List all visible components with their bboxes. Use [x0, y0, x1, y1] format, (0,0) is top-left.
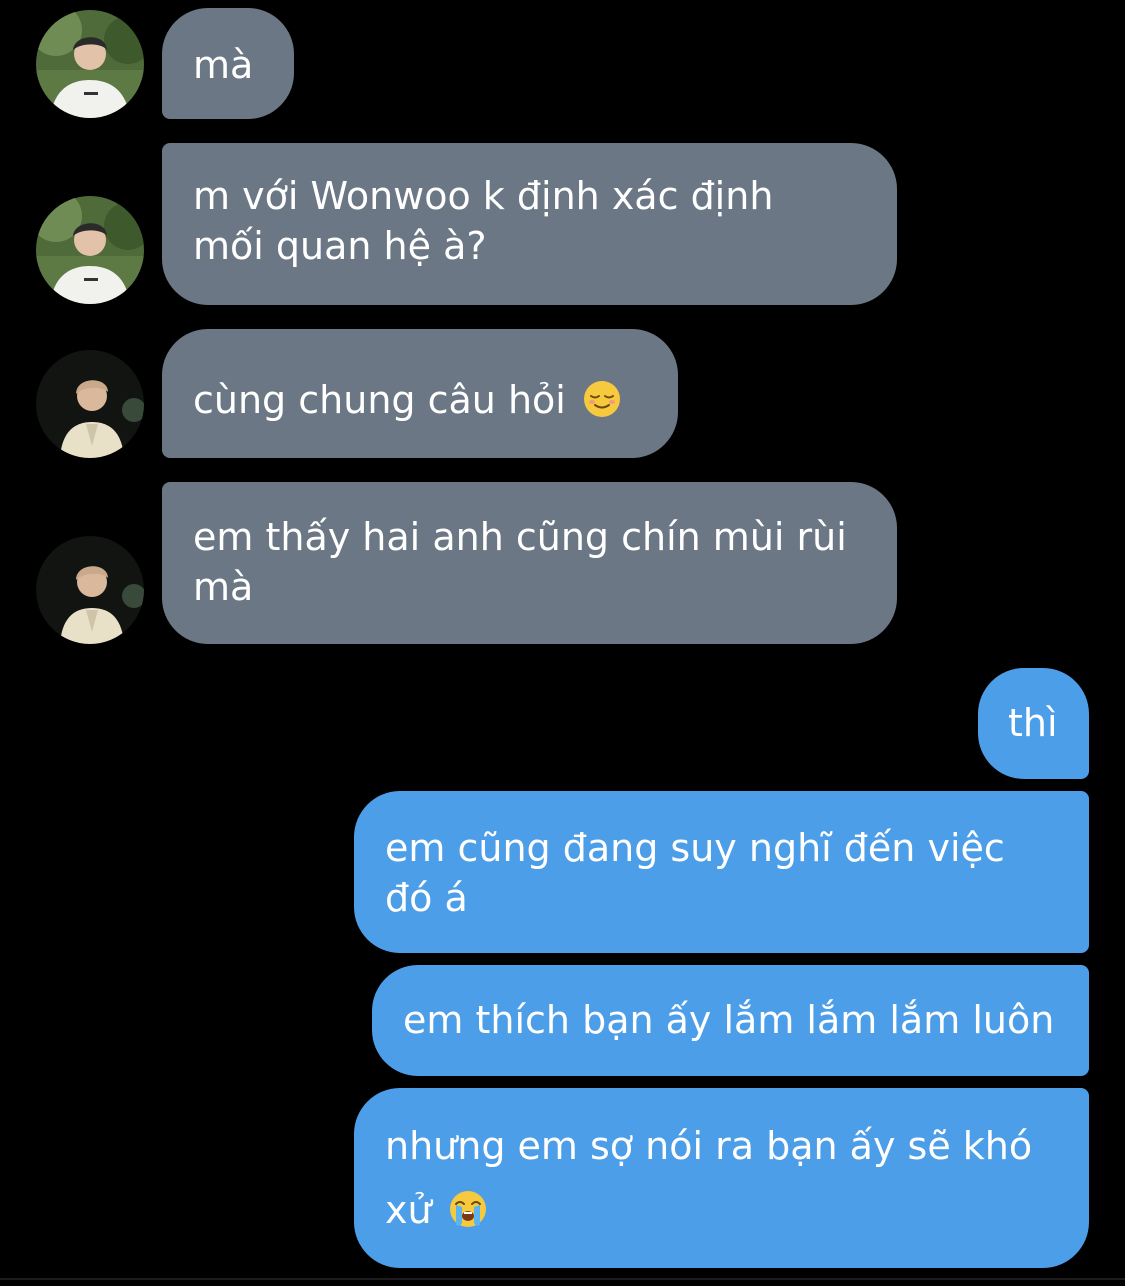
message-bubble-outgoing[interactable]: em cũng đang suy nghĩ đến việc đó á — [354, 791, 1089, 953]
message-text-line: mối quan hệ à? — [193, 224, 487, 268]
loudly-crying-face-emoji — [448, 1189, 488, 1229]
message-text-line: em thấy hai anh cũng chín mùi rùi — [193, 515, 847, 559]
avatar-friend-1[interactable] — [36, 196, 144, 304]
avatar-friend-2[interactable] — [36, 350, 144, 458]
message-bubble-incoming[interactable]: cùng chung câu hỏi — [162, 329, 678, 458]
avatar-friend-1[interactable] — [36, 10, 144, 118]
avatar-friend-2[interactable] — [36, 536, 144, 644]
message-text: cùng chung câu hỏi — [193, 378, 566, 422]
message-bubble-outgoing[interactable]: em thích bạn ấy lắm lắm lắm luôn — [372, 965, 1089, 1076]
message-text-line: xử — [385, 1188, 432, 1232]
bottom-divider — [0, 1278, 1125, 1280]
message-text-line: nhưng em sợ nói ra bạn ấy sẽ khó — [385, 1124, 1033, 1168]
message-bubble-incoming[interactable]: mà — [162, 8, 294, 119]
message-bubble-incoming[interactable]: m với Wonwoo k định xác định mối quan hệ… — [162, 143, 897, 305]
message-text-line: m với Wonwoo k định xác định — [193, 174, 774, 218]
message-text-line: em cũng đang suy nghĩ đến việc — [385, 826, 1005, 870]
message-text: em thích bạn ấy lắm lắm lắm luôn — [403, 998, 1055, 1042]
message-bubble-incoming[interactable]: em thấy hai anh cũng chín mùi rùi mà — [162, 482, 897, 644]
message-text-line: đó á — [385, 876, 468, 920]
chat-thread: mà m với Wonwoo k định xác định mối quan… — [0, 0, 1125, 1286]
message-text: mà — [193, 43, 254, 87]
message-text-line: mà — [193, 565, 254, 609]
relieved-face-emoji — [582, 379, 622, 419]
message-text: thì — [1008, 701, 1058, 745]
message-bubble-outgoing[interactable]: nhưng em sợ nói ra bạn ấy sẽ khó xử — [354, 1088, 1089, 1268]
message-bubble-outgoing[interactable]: thì — [978, 668, 1089, 779]
